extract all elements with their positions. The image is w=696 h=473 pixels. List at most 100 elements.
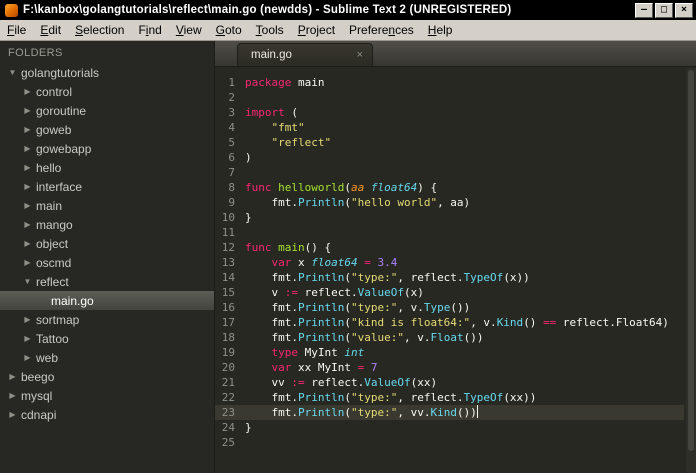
chevron-right-icon[interactable]: ▶ bbox=[6, 410, 19, 419]
vertical-scrollbar[interactable] bbox=[686, 68, 696, 473]
code-line-1[interactable]: 1 package main bbox=[215, 75, 684, 90]
menu-file[interactable]: File bbox=[0, 21, 33, 39]
menu-find[interactable]: Find bbox=[131, 21, 168, 39]
chevron-right-icon[interactable]: ▶ bbox=[21, 163, 34, 172]
chevron-right-icon[interactable]: ▶ bbox=[21, 334, 34, 343]
code-text: } bbox=[245, 211, 252, 224]
tree-item-label: mysql bbox=[21, 388, 53, 403]
code-line-22[interactable]: 22 fmt.Println("type:", reflect.TypeOf(x… bbox=[215, 390, 684, 405]
tree-folder-oscmd[interactable]: ▶ oscmd bbox=[0, 253, 214, 272]
code-text: fmt.Println("type:", reflect.TypeOf(xx)) bbox=[245, 391, 537, 404]
tab-bar: main.go × bbox=[215, 41, 696, 67]
tree-item-label: reflect bbox=[36, 274, 69, 289]
code-line-20[interactable]: 20 var xx MyInt = 7 bbox=[215, 360, 684, 375]
code-line-7[interactable]: 7 bbox=[215, 165, 684, 180]
tree-folder-control[interactable]: ▶ control bbox=[0, 82, 214, 101]
code-text: vv := reflect.ValueOf(xx) bbox=[245, 376, 438, 389]
chevron-right-icon[interactable]: ▶ bbox=[21, 182, 34, 191]
menu-help[interactable]: Help bbox=[421, 21, 460, 39]
menu-tools[interactable]: Tools bbox=[249, 21, 291, 39]
tree-file-main.go[interactable]: main.go bbox=[0, 291, 214, 310]
tree-folder-object[interactable]: ▶ object bbox=[0, 234, 214, 253]
code-line-8[interactable]: 8 func helloworld(aa float64) { bbox=[215, 180, 684, 195]
code-editor[interactable]: 1 package main 2 3 import (4 "fmt" 5 "reflect… bbox=[215, 67, 696, 473]
tree-folder-mango[interactable]: ▶ mango bbox=[0, 215, 214, 234]
tree-folder-goroutine[interactable]: ▶ goroutine bbox=[0, 101, 214, 120]
code-line-6[interactable]: 6) bbox=[215, 150, 684, 165]
menu-goto[interactable]: Goto bbox=[209, 21, 249, 39]
code-line-25[interactable]: 25 bbox=[215, 435, 684, 450]
code-line-16[interactable]: 16 fmt.Println("type:", v.Type()) bbox=[215, 300, 684, 315]
tree-folder-goweb[interactable]: ▶ goweb bbox=[0, 120, 214, 139]
code-line-24[interactable]: 24} bbox=[215, 420, 684, 435]
tree-folder-reflect[interactable]: ▼ reflect bbox=[0, 272, 214, 291]
code-text: var x float64 = 3.4 bbox=[271, 256, 398, 269]
chevron-right-icon[interactable]: ▶ bbox=[21, 201, 34, 210]
tree-folder-tattoo[interactable]: ▶ Tattoo bbox=[0, 329, 214, 348]
close-button[interactable]: × bbox=[675, 2, 693, 18]
code-line-18[interactable]: 18 fmt.Println("value:", v.Float()) bbox=[215, 330, 684, 345]
chevron-right-icon[interactable]: ▶ bbox=[21, 106, 34, 115]
chevron-right-icon[interactable]: ▶ bbox=[21, 144, 34, 153]
chevron-right-icon[interactable]: ▶ bbox=[6, 391, 19, 400]
line-number: 2 bbox=[228, 91, 235, 104]
code-text: package main bbox=[245, 76, 325, 89]
scrollbar-thumb[interactable] bbox=[688, 70, 694, 451]
chevron-right-icon[interactable]: ▶ bbox=[21, 87, 34, 96]
menu-bar: File Edit Selection Find View Goto Tools Projec… bbox=[0, 20, 696, 41]
tree-item-label: gowebapp bbox=[36, 141, 92, 156]
code-line-3[interactable]: 3 import ( bbox=[215, 105, 684, 120]
tree-folder-web[interactable]: ▶ web bbox=[0, 348, 214, 367]
chevron-down-icon[interactable]: ▼ bbox=[21, 277, 34, 286]
chevron-right-icon[interactable]: ▶ bbox=[21, 353, 34, 362]
code-line-21[interactable]: 21 vv := reflect.ValueOf(xx) bbox=[215, 375, 684, 390]
code-line-11[interactable]: 11 bbox=[215, 225, 684, 240]
maximize-button[interactable]: □ bbox=[655, 2, 673, 18]
tree-folder-golangtutorials[interactable]: ▼ golangtutorials bbox=[0, 63, 214, 82]
chevron-right-icon[interactable]: ▶ bbox=[21, 220, 34, 229]
code-line-2[interactable]: 2 bbox=[215, 90, 684, 105]
code-line-10[interactable]: 10} bbox=[215, 210, 684, 225]
menu-view[interactable]: View bbox=[169, 21, 209, 39]
code-text: } bbox=[245, 421, 252, 434]
chevron-right-icon[interactable]: ▶ bbox=[21, 125, 34, 134]
chevron-right-icon[interactable]: ▶ bbox=[21, 239, 34, 248]
code-line-17[interactable]: 17 fmt.Println("kind is float64:", v.Kin… bbox=[215, 315, 684, 330]
chevron-right-icon[interactable]: ▶ bbox=[21, 315, 34, 324]
code-line-19[interactable]: 19 type MyInt int bbox=[215, 345, 684, 360]
tree-folder-beego[interactable]: ▶ beego bbox=[0, 367, 214, 386]
tree-folder-cdnapi[interactable]: ▶ cdnapi bbox=[0, 405, 214, 424]
minimize-button[interactable]: – bbox=[635, 2, 653, 18]
code-lines[interactable]: 1 package main 2 3 import (4 "fmt" 5 "reflect… bbox=[215, 67, 696, 450]
tree-item-label: hello bbox=[36, 160, 62, 175]
chevron-right-icon[interactable]: ▶ bbox=[6, 372, 19, 381]
code-line-15[interactable]: 15 v := reflect.ValueOf(x) bbox=[215, 285, 684, 300]
code-line-4[interactable]: 4 "fmt" bbox=[215, 120, 684, 135]
code-line-5[interactable]: 5 "reflect" bbox=[215, 135, 684, 150]
code-line-9[interactable]: 9 fmt.Println("hello world", aa) bbox=[215, 195, 684, 210]
tree-folder-interface[interactable]: ▶ interface bbox=[0, 177, 214, 196]
code-text: func main() { bbox=[245, 241, 332, 254]
code-line-14[interactable]: 14 fmt.Println("type:", reflect.TypeOf(x… bbox=[215, 270, 684, 285]
menu-selection[interactable]: Selection bbox=[68, 21, 131, 39]
tree-folder-mysql[interactable]: ▶ mysql bbox=[0, 386, 214, 405]
line-number: 18 bbox=[221, 331, 235, 344]
menu-edit[interactable]: Edit bbox=[33, 21, 68, 39]
tree-folder-hello[interactable]: ▶ hello bbox=[0, 158, 214, 177]
code-line-12[interactable]: 12 func main() { bbox=[215, 240, 684, 255]
line-number: 7 bbox=[228, 166, 235, 179]
sublime-window: F:\kanbox\golangtutorials\reflect\main.g… bbox=[0, 0, 696, 473]
folder-tree: ▼ golangtutorials ▶ control ▶ goroutine ▶ goweb… bbox=[0, 63, 214, 424]
tab-main-go[interactable]: main.go × bbox=[237, 43, 373, 66]
menu-preferences[interactable]: Preferences bbox=[342, 21, 421, 39]
tree-folder-main[interactable]: ▶ main bbox=[0, 196, 214, 215]
tree-folder-gowebapp[interactable]: ▶ gowebapp bbox=[0, 139, 214, 158]
tree-item-label: goroutine bbox=[36, 103, 87, 118]
chevron-right-icon[interactable]: ▶ bbox=[21, 258, 34, 267]
code-line-13[interactable]: 13 var x float64 = 3.4 bbox=[215, 255, 684, 270]
tree-folder-sortmap[interactable]: ▶ sortmap bbox=[0, 310, 214, 329]
tab-close-icon[interactable]: × bbox=[357, 49, 363, 61]
menu-project[interactable]: Project bbox=[291, 21, 342, 39]
code-line-23[interactable]: 23 fmt.Println("type:", vv.Kind()) bbox=[215, 405, 684, 420]
chevron-down-icon[interactable]: ▼ bbox=[6, 68, 19, 77]
